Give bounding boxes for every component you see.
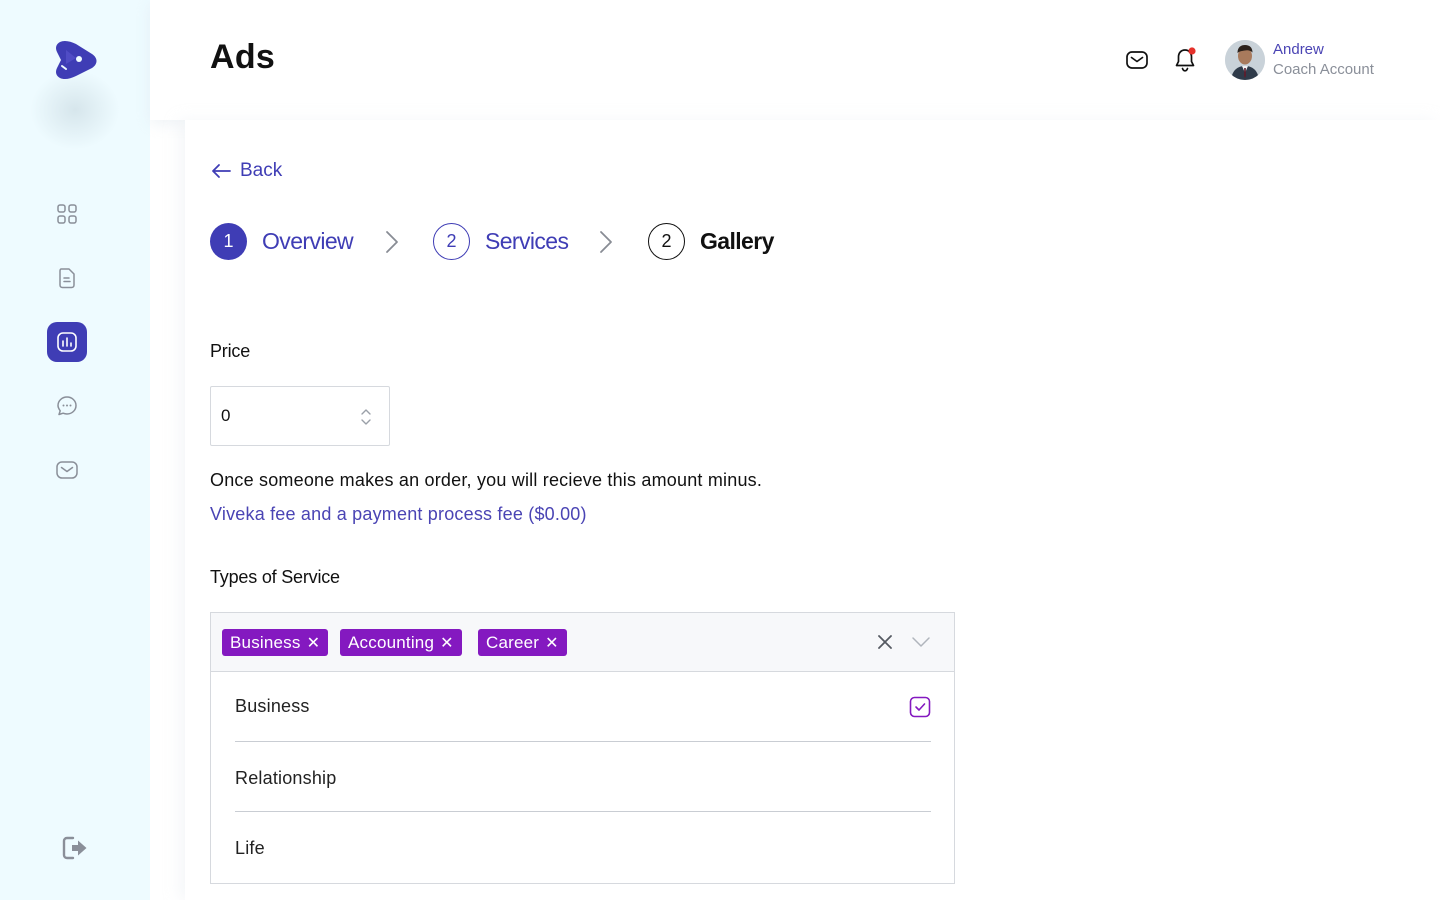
logout-icon (62, 836, 87, 860)
chat-icon (57, 396, 77, 416)
tag-label: Accounting (348, 632, 435, 652)
option-label: Life (235, 838, 265, 858)
remove-tag-icon[interactable]: ✕ (440, 633, 454, 653)
step-number: 1 (210, 223, 247, 260)
user-avatar[interactable] (1225, 40, 1265, 80)
service-types-select[interactable]: Business ✕ Accounting ✕ Career ✕ (210, 612, 955, 672)
tag-label: Business (230, 632, 301, 652)
service-types-label: Types of Service (210, 567, 340, 587)
price-input[interactable] (221, 403, 341, 429)
sidebar-item-documents[interactable] (47, 258, 87, 298)
option-label: Relationship (235, 768, 337, 788)
service-types-dropdown: Business Relationship Life (210, 672, 955, 884)
notifications-button[interactable] (1171, 46, 1199, 74)
user-role: Coach Account (1273, 61, 1374, 78)
tag-business: Business ✕ (222, 629, 329, 656)
analytics-icon (57, 332, 77, 352)
fee-link[interactable]: Viveka fee and a payment process fee ($0… (210, 504, 587, 525)
tag-accounting: Accounting ✕ (340, 629, 462, 656)
step-overview[interactable]: 1 Overview (210, 223, 354, 260)
bell-icon (1175, 47, 1196, 72)
notification-dot (1188, 47, 1196, 55)
option-business[interactable]: Business (235, 672, 931, 742)
sidebar (0, 0, 150, 900)
app-logo[interactable] (52, 38, 98, 82)
tag-label: Career (486, 632, 540, 652)
step-label: Overview (262, 228, 354, 254)
back-link[interactable]: Back (210, 160, 282, 182)
step-services[interactable]: 2 Services (433, 223, 569, 260)
number-spinner-icon[interactable] (359, 405, 373, 429)
remove-tag-icon[interactable]: ✕ (307, 633, 321, 653)
page-title: Ads (210, 38, 276, 76)
option-label: Business (235, 696, 310, 716)
sidebar-item-mail[interactable] (47, 450, 87, 490)
mail-icon (56, 461, 78, 479)
arrow-left-icon (212, 164, 231, 178)
step-number: 2 (648, 223, 685, 260)
clear-all-icon[interactable] (876, 633, 894, 651)
top-header: Ads Andrew Coach Account (150, 0, 1440, 120)
checkbox-checked-icon[interactable] (909, 696, 931, 718)
step-label: Services (485, 228, 569, 254)
step-label: Gallery (700, 228, 774, 254)
option-relationship[interactable]: Relationship (235, 742, 931, 812)
dashboard-grid-icon (57, 204, 77, 224)
sidebar-item-chat[interactable] (47, 386, 87, 426)
option-life[interactable]: Life (235, 812, 931, 882)
price-input-wrapper (210, 386, 390, 446)
price-label: Price (210, 341, 251, 361)
document-icon (59, 268, 75, 289)
remove-tag-icon[interactable]: ✕ (545, 633, 559, 653)
back-label: Back (240, 160, 283, 181)
messages-button[interactable] (1123, 46, 1151, 74)
chevron-right-icon (600, 231, 612, 253)
price-info-text: Once someone makes an order, you will re… (210, 470, 763, 490)
logout-button[interactable] (60, 833, 90, 863)
user-name: Andrew (1273, 41, 1324, 58)
chevron-right-icon (386, 231, 398, 253)
tag-career: Career ✕ (478, 629, 567, 656)
chevron-down-icon[interactable] (911, 635, 931, 649)
sidebar-item-analytics[interactable] (47, 322, 87, 362)
sidebar-item-dashboard[interactable] (47, 194, 87, 234)
step-gallery[interactable]: 2 Gallery (648, 223, 774, 260)
step-number: 2 (433, 223, 470, 260)
mail-icon (1126, 51, 1148, 69)
